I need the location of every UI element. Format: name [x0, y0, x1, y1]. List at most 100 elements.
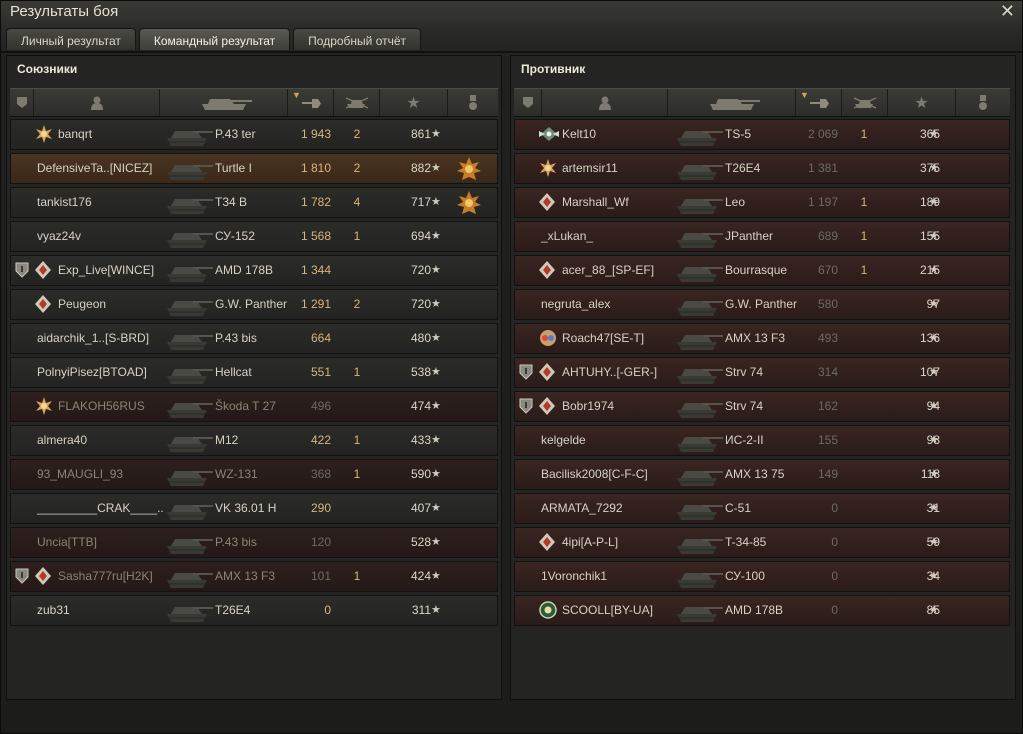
player-row[interactable]: Bobr1974 Strv 74 162 94 ★ — [514, 391, 1010, 422]
player-name[interactable]: Kelt10 — [562, 120, 682, 149]
player-name[interactable]: 93_MAUGLI_93 — [37, 460, 177, 489]
player-name[interactable]: Peugeon — [58, 290, 178, 319]
player-icon[interactable] — [34, 89, 160, 116]
player-name[interactable]: Exp_Live[WINCE] — [58, 256, 178, 285]
vehicle-name: P.43 ter — [215, 127, 256, 141]
player-row[interactable]: SCOOLL[BY-UA] AMD 178B 0 85 ★ — [514, 595, 1010, 626]
tank-icon[interactable] — [160, 89, 288, 116]
kills-icon[interactable] — [334, 89, 380, 116]
medal-icon[interactable] — [448, 89, 498, 116]
player-row[interactable]: 4ipi[A-P-L] T-34-85 0 59 ★ — [514, 527, 1010, 558]
player-row[interactable]: Exp_Live[WINCE] AMD 178B 1 344 720 ★ — [10, 255, 498, 286]
player-row[interactable]: tankist176 T34 B 1 782 4 717 ★ — [10, 187, 498, 218]
player-name[interactable]: aidarchik_1..[S-BRD] — [37, 324, 177, 353]
player-row[interactable]: 1Voronchik1 СУ-100 0 34 ★ — [514, 561, 1010, 592]
player-row[interactable]: Bacilisk2008[C-F-C] AMX 13 75 149 118 ★ — [514, 459, 1010, 490]
player-name[interactable]: banqrt — [58, 120, 178, 149]
platoon-icon[interactable] — [514, 89, 542, 116]
player-name[interactable]: SCOOLL[BY-UA] — [562, 596, 682, 625]
player-row[interactable]: banqrt P.43 ter 1 943 2 861 ★ — [10, 119, 498, 150]
kills-value: 2 — [353, 127, 361, 141]
damage-value: 1 291 — [300, 297, 331, 311]
medal-icon[interactable] — [457, 154, 481, 183]
player-row[interactable]: PolnyiPisez[BTOAD] Hellcat 551 1 538 ★ — [10, 357, 498, 388]
player-row[interactable]: DefensiveTa..[NICEZ] Turtle I 1 810 2 882 ★ — [10, 153, 498, 184]
player-name[interactable]: tankist176 — [37, 188, 177, 217]
player-row[interactable]: FLAKOH56RUS Škoda T 27 496 474 ★ — [10, 391, 498, 422]
player-name[interactable]: AHTUHY..[-GER-] — [562, 358, 682, 387]
player-name[interactable]: _________CRAK____.. — [37, 494, 177, 523]
player-name[interactable]: _xLukan_ — [541, 222, 681, 251]
xp-star-icon[interactable]: ★ — [888, 89, 956, 116]
player-row[interactable]: Peugeon G.W. Panther 1 291 2 720 ★ — [10, 289, 498, 320]
player-name[interactable]: PolnyiPisez[BTOAD] — [37, 358, 177, 387]
tank-image — [673, 426, 725, 455]
medal-icon[interactable] — [956, 89, 1010, 116]
kills-value — [854, 426, 874, 455]
kills-value: 2 — [353, 297, 361, 311]
kills-value — [347, 494, 367, 523]
player-name[interactable]: acer_88_[SP-EF] — [562, 256, 682, 285]
player-row[interactable]: Marshall_Wf Leo 1 197 1 189 ★ — [514, 187, 1010, 218]
damage-icon[interactable]: ▼ — [796, 89, 842, 116]
player-name[interactable]: zub31 — [37, 596, 177, 625]
kills-icon[interactable] — [842, 89, 888, 116]
player-name[interactable]: Sasha777ru[H2K] — [58, 562, 178, 591]
player-name[interactable]: 1Voronchik1 — [541, 562, 681, 591]
player-name[interactable]: FLAKOH56RUS — [58, 392, 178, 421]
damage-value: 101 — [310, 569, 331, 583]
player-name[interactable]: kelgelde — [541, 426, 681, 455]
player-name[interactable]: Marshall_Wf — [562, 188, 682, 217]
player-name[interactable]: Bobr1974 — [562, 392, 682, 421]
player-row[interactable]: acer_88_[SP-EF] Bourrasque 670 1 215 ★ — [514, 255, 1010, 286]
player-row[interactable]: Uncia[TTB] P.43 bis 120 528 ★ — [10, 527, 498, 558]
xp-star-icon: ★ — [431, 366, 441, 378]
player-row[interactable]: kelgelde ИС-2-II 155 98 ★ — [514, 425, 1010, 456]
player-row[interactable]: Sasha777ru[H2K] AMX 13 F3 101 1 424 ★ — [10, 561, 498, 592]
player-row[interactable]: aidarchik_1..[S-BRD] P.43 bis 664 480 ★ — [10, 323, 498, 354]
player-row[interactable]: zub31 T26E4 0 311 ★ — [10, 595, 498, 626]
platoon-badge-icon — [15, 562, 31, 591]
player-name[interactable]: 4ipi[A-P-L] — [562, 528, 682, 557]
platoon-icon[interactable] — [10, 89, 34, 116]
damage-value: 580 — [817, 297, 838, 311]
xp-star-icon[interactable]: ★ — [380, 89, 448, 116]
player-name[interactable]: artemsir11 — [562, 154, 682, 183]
player-row[interactable]: 93_MAUGLI_93 WZ-131 368 1 590 ★ — [10, 459, 498, 490]
player-row[interactable]: ARMATA_7292 C-51 0 31 ★ — [514, 493, 1010, 524]
medal-icon[interactable] — [457, 188, 481, 217]
tab-detailed-report[interactable]: Подробный отчёт — [293, 28, 422, 50]
player-name[interactable]: negruta_alex — [541, 290, 681, 319]
player-icon[interactable] — [542, 89, 668, 116]
close-icon[interactable]: ✕ — [1000, 0, 1015, 22]
player-row[interactable]: _________CRAK____.. VK 36.01 H 290 407 ★ — [10, 493, 498, 524]
player-name[interactable]: Roach47[SE-T] — [562, 324, 682, 353]
player-name[interactable]: vyaz24v — [37, 222, 177, 251]
vehicle-name: G.W. Panther — [215, 297, 288, 311]
player-name[interactable]: almera40 — [37, 426, 177, 455]
player-name[interactable]: Bacilisk2008[C-F-C] — [541, 460, 681, 489]
player-row[interactable]: almera40 M12 422 1 433 ★ — [10, 425, 498, 456]
tank-image — [673, 392, 725, 421]
player-row[interactable]: AHTUHY..[-GER-] Strv 74 314 107 ★ — [514, 357, 1010, 388]
player-row[interactable]: _xLukan_ JPanther 689 1 155 ★ — [514, 221, 1010, 252]
tank-image — [163, 562, 215, 591]
player-name[interactable]: ARMATA_7292 — [541, 494, 681, 523]
tank-icon[interactable] — [668, 89, 796, 116]
tab-team-result[interactable]: Командный результат — [138, 28, 291, 50]
player-name[interactable]: Uncia[TTB] — [37, 528, 177, 557]
player-row[interactable]: vyaz24v СУ-152 1 568 1 694 ★ — [10, 221, 498, 252]
player-name[interactable]: DefensiveTa..[NICEZ] — [37, 154, 177, 183]
player-row[interactable]: artemsir11 T26E4 1 381 375 ★ — [514, 153, 1010, 184]
tab-personal-result[interactable]: Личный результат — [6, 28, 136, 50]
player-row[interactable]: Roach47[SE-T] AMX 13 F3 493 136 ★ — [514, 323, 1010, 354]
player-row[interactable]: negruta_alex G.W. Panther 580 97 ★ — [514, 289, 1010, 320]
kills-value: 2 — [353, 161, 361, 175]
damage-icon[interactable]: ▼ — [288, 89, 334, 116]
damage-value: 1 381 — [807, 161, 838, 175]
damage-value: 2 069 — [807, 127, 838, 141]
player-row[interactable]: Kelt10 TS-5 2 069 1 365 ★ — [514, 119, 1010, 150]
damage-value: 1 782 — [300, 195, 331, 209]
xp-star-icon: ★ — [929, 604, 939, 616]
vehicle-name: VK 36.01 H — [215, 501, 277, 515]
